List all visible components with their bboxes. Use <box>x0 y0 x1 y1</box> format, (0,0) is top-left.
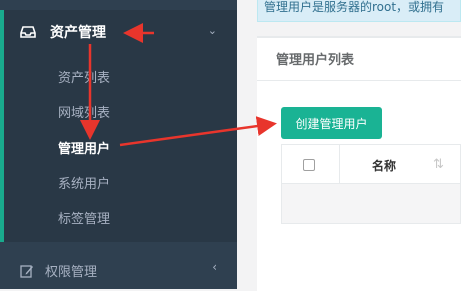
sidebar: 资产管理 ⌄ 资产列表 网域列表 管理用户 系统用户 标签管理 权限管理 ‹ <box>0 0 237 289</box>
inbox-icon <box>20 25 36 39</box>
table-header: 名称 ⇅ <box>281 144 461 185</box>
sidebar-item-admin-user[interactable]: 管理用户 <box>58 138 110 157</box>
sort-icon[interactable]: ⇅ <box>433 157 444 172</box>
select-all-checkbox[interactable] <box>303 159 315 171</box>
admin-user-table: 名称 ⇅ <box>281 144 461 224</box>
table-row <box>281 184 461 224</box>
chevron-down-icon[interactable]: ⌄ <box>208 24 217 37</box>
create-admin-user-button[interactable]: 创建管理用户 <box>281 107 382 139</box>
panel-title: 管理用户列表 <box>276 53 355 68</box>
asset-menu-label: 资产管理 <box>50 25 106 41</box>
info-alert: 管理用户是服务器的root，或拥有 <box>257 0 461 22</box>
edit-icon <box>20 264 34 278</box>
permission-menu-label: 权限管理 <box>45 265 98 280</box>
sidebar-item-label-manage[interactable]: 标签管理 <box>58 208 110 227</box>
asset-menu-group <box>0 10 237 242</box>
column-divider <box>339 145 340 185</box>
permission-menu-header[interactable]: 权限管理 <box>20 261 97 280</box>
chevron-left-icon[interactable]: ‹ <box>212 260 217 274</box>
column-header-name[interactable]: 名称 <box>372 157 396 174</box>
panel-divider <box>257 80 461 81</box>
asset-menu-header[interactable]: 资产管理 <box>20 22 106 42</box>
sidebar-item-system-user[interactable]: 系统用户 <box>58 173 110 192</box>
sidebar-item-domain-list[interactable]: 网域列表 <box>58 102 110 121</box>
sidebar-item-asset-list[interactable]: 资产列表 <box>58 67 110 86</box>
